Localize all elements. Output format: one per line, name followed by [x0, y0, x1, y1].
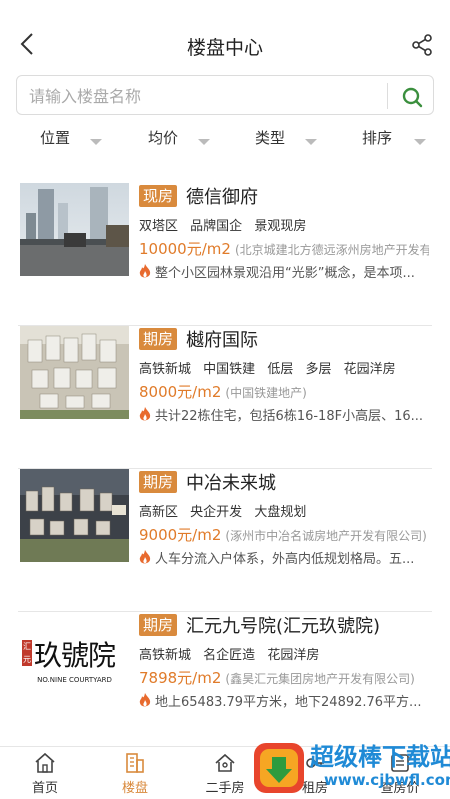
tab-second-hand[interactable]: 二手房 [195, 751, 255, 796]
status-badge: 现房 [139, 185, 178, 207]
filter-bar: 位置 均价 类型 排序 [0, 127, 450, 155]
developer: (中国铁建地产) [225, 386, 307, 400]
listing-tags: 双塔区 品牌国企 景观现房 [139, 215, 314, 234]
tag: 央企开发 [190, 505, 243, 520]
tag: 花园洋房 [267, 648, 320, 663]
building-center-page: 楼盘中心 位置 均价 类型 排序 [0, 0, 450, 799]
tag: 低层 [267, 362, 294, 377]
tag: 中国铁建 [203, 362, 256, 377]
listing-description: 共计22栋住宅，包括6栋16-18F小高层、16... [155, 409, 424, 424]
filter-label: 位置 [40, 129, 71, 147]
search-icon[interactable] [399, 84, 425, 110]
tag: 双塔区 [139, 219, 179, 234]
filter-price[interactable]: 均价 [148, 127, 210, 155]
top-bar: 楼盘中心 [0, 0, 450, 68]
developer: (鑫昊汇元集团房地产开发有限公司) [225, 672, 415, 686]
price-row: 7898元/m2 (鑫昊汇元集团房地产开发有限公司) [139, 667, 429, 688]
price-row: 9000元/m2 (涿州市中冶名诚房地产开发有限公司) [139, 524, 429, 545]
tag: 高铁新城 [139, 648, 192, 663]
filter-sort[interactable]: 排序 [362, 127, 426, 155]
tag: 景观现房 [254, 219, 307, 234]
description-row: 共计22栋住宅，包括6栋16-18F小高层、16... [139, 405, 429, 424]
tag: 高新区 [139, 505, 179, 520]
search-divider [387, 83, 388, 109]
filter-label: 均价 [148, 129, 179, 147]
listing-name[interactable]: 德信御府 [186, 183, 258, 209]
tab-label: 二手房 [205, 781, 245, 796]
listing-price: 9000元/m2 [139, 526, 222, 544]
listing-item[interactable]: 期房 中冶未来城 高新区 央企开发 大盘规划 9000元/m2 (涿州市中冶名诚房… [0, 469, 450, 612]
watermark: 超级棒下载站 www.cjbwfl.com [250, 737, 450, 799]
listing-price: 10000元/m2 [139, 240, 231, 258]
description-row: 整个小区园林景观沿用“光影”概念，是本项... [139, 262, 429, 281]
price-row: 10000元/m2 (北京城建北方德远涿州房地产开发有限 [139, 238, 429, 259]
listing-description: 整个小区园林景观沿用“光影”概念，是本项... [155, 266, 415, 281]
tab-home[interactable]: 首页 [15, 751, 75, 796]
listing-name[interactable]: 中冶未来城 [186, 469, 276, 495]
developer: (北京城建北方德远涿州房地产开发有限 [234, 243, 429, 257]
tab-label: 首页 [31, 781, 58, 796]
flame-icon [139, 550, 151, 564]
filter-type[interactable]: 类型 [255, 127, 317, 155]
description-row: 地上65483.79平方米，地下24892.76平方... [139, 691, 429, 710]
listing-tags: 高铁新城 中国铁建 低层 多层 花园洋房 [139, 358, 404, 377]
listing-logo: 汇元 玖號院 NO.NINE COURTYARD [20, 612, 129, 705]
search-box [16, 75, 434, 115]
listing-item[interactable]: 期房 樾府国际 高铁新城 中国铁建 低层 多层 花园洋房 8000元/m2 (中国… [0, 326, 450, 469]
watermark-text: 超级棒下载站 [310, 743, 450, 771]
home-icon [35, 752, 55, 773]
watermark-url: www.cjbwfl.com [324, 771, 450, 789]
tag: 名企匠造 [203, 648, 256, 663]
dropdown-caret-icon [305, 139, 317, 145]
status-badge: 期房 [139, 614, 178, 636]
listing-price: 8000元/m2 [139, 383, 222, 401]
tab-buildings[interactable]: 楼盘 [105, 751, 165, 796]
listing-item[interactable]: 汇元 玖號院 NO.NINE COURTYARD 期房 汇元九号院(汇元玖號院)… [0, 612, 450, 755]
page-title: 楼盘中心 [186, 37, 263, 59]
building-icon [126, 753, 144, 773]
listing-photo [20, 469, 129, 562]
filter-location[interactable]: 位置 [40, 127, 102, 155]
status-badge: 期房 [139, 471, 178, 493]
tag: 大盘规划 [254, 505, 307, 520]
share-icon[interactable] [410, 33, 434, 57]
house-icon [215, 753, 235, 772]
listing-tags: 高铁新城 名企匠造 花园洋房 [139, 644, 327, 663]
listing-description: 地上65483.79平方米，地下24892.76平方... [155, 695, 422, 710]
listing-name[interactable]: 樾府国际 [186, 326, 258, 352]
listing-description: 人车分流入户体系，外高内低规划格局。五... [155, 552, 415, 567]
listing-price: 7898元/m2 [139, 669, 222, 687]
description-row: 人车分流入户体系，外高内低规划格局。五... [139, 548, 429, 567]
dropdown-caret-icon [90, 139, 102, 145]
flame-icon [139, 407, 151, 421]
watermark-logo-icon [254, 743, 304, 793]
listing-photo [20, 183, 129, 276]
listing-item[interactable]: 现房 德信御府 双塔区 品牌国企 景观现房 10000元/m2 (北京城建北方德远… [0, 183, 450, 326]
logo-subtitle: NO.NINE COURTYARD [37, 676, 112, 684]
tag: 花园洋房 [343, 362, 396, 377]
filter-label: 排序 [362, 129, 393, 147]
developer: (涿州市中冶名诚房地产开发有限公司) [225, 529, 427, 543]
tag: 多层 [305, 362, 332, 377]
dropdown-caret-icon [198, 139, 210, 145]
logo-text: 玖號院 [34, 639, 116, 672]
filter-label: 类型 [255, 129, 286, 147]
status-badge: 期房 [139, 328, 178, 350]
tag: 高铁新城 [139, 362, 192, 377]
listing-name[interactable]: 汇元九号院(汇元玖號院) [186, 612, 380, 638]
flame-icon [139, 264, 151, 278]
flame-icon [139, 693, 151, 707]
price-row: 8000元/m2 (中国铁建地产) [139, 381, 429, 402]
listing-tags: 高新区 央企开发 大盘规划 [139, 501, 314, 520]
logo-seal: 汇元 [22, 640, 32, 666]
dropdown-caret-icon [414, 139, 426, 145]
tag: 品牌国企 [190, 219, 243, 234]
listing-photo [20, 326, 129, 419]
search-input[interactable] [29, 84, 369, 108]
tab-label: 楼盘 [121, 781, 148, 796]
